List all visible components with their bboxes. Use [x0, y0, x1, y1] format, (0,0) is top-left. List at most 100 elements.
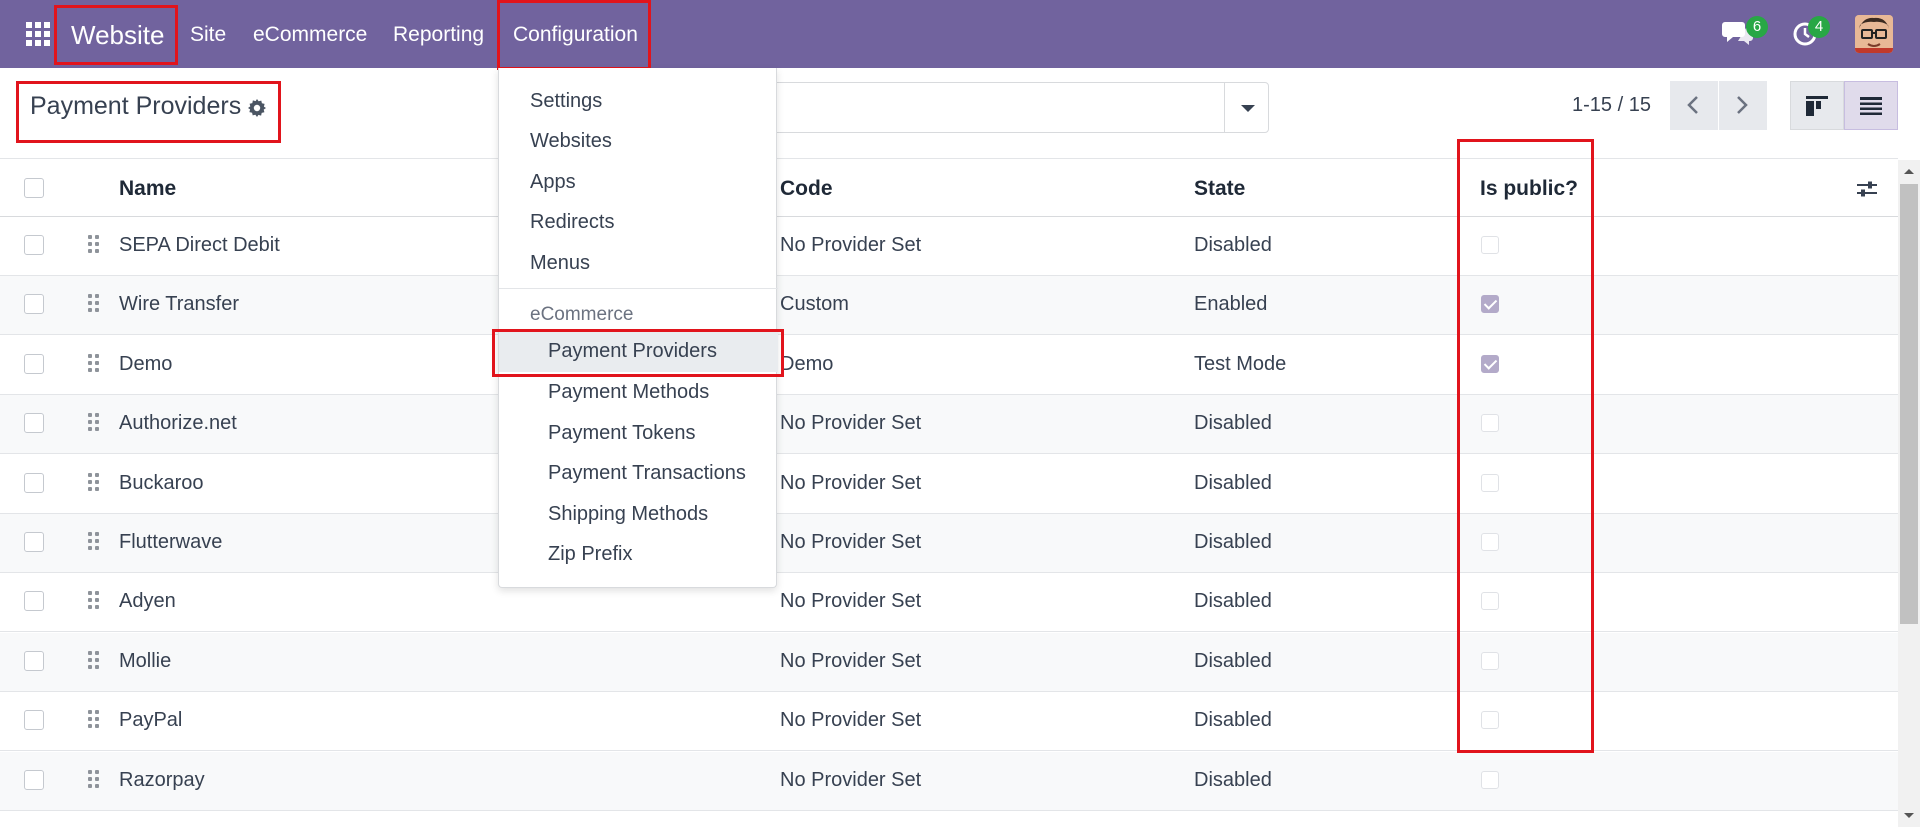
kanban-view-button[interactable] [1790, 81, 1844, 130]
drag-handle-icon[interactable] [88, 710, 100, 730]
drag-handle-icon[interactable] [88, 472, 100, 493]
table-row[interactable]: Adyen No Provider Set Disabled [0, 573, 1898, 633]
cell-code: No Provider Set [780, 590, 922, 613]
vertical-scrollbar[interactable] [1898, 160, 1920, 827]
table-header: Name Code State Is public? [0, 158, 1898, 217]
column-header-name[interactable]: Name [119, 177, 176, 201]
optional-columns-icon[interactable] [1856, 179, 1878, 205]
cell-name: Mollie [119, 649, 172, 672]
drag-handle-icon[interactable] [88, 650, 100, 671]
cell-name: Razorpay [119, 768, 205, 791]
cell-state: Disabled [1194, 531, 1272, 553]
highlight-box-is-public-column [1457, 139, 1594, 753]
table-row[interactable]: Flutterwave No Provider Set Disabled [0, 514, 1898, 573]
cell-code: No Provider Set [780, 412, 922, 435]
search-options-toggle[interactable] [1224, 83, 1268, 132]
menu-item-shipping-methods[interactable]: Shipping Methods [548, 503, 708, 526]
table-row[interactable]: Demo Demo Test Mode [0, 336, 1898, 395]
pager-previous-button[interactable] [1670, 81, 1718, 130]
cell-state: Enabled [1194, 293, 1268, 316]
menu-item-menus[interactable]: Menus [530, 252, 590, 275]
cell-state: Disabled [1194, 234, 1272, 256]
row-select-checkbox[interactable] [24, 710, 44, 731]
cell-name: Demo [119, 352, 173, 375]
nav-menu-site[interactable]: Site [190, 0, 226, 68]
cell-state: Disabled [1194, 649, 1272, 672]
cell-name: Buckaroo [119, 471, 204, 494]
cell-state: Disabled [1194, 768, 1272, 791]
configuration-dropdown-menu: Settings Websites Apps Redirects Menus e… [498, 68, 778, 588]
table-row[interactable]: Wire Transfer Custom Enabled [0, 276, 1898, 336]
drag-handle-icon[interactable] [88, 353, 100, 374]
cell-code: Custom [780, 293, 849, 316]
highlight-box-payment-providers [492, 329, 784, 377]
cell-code: Demo [780, 352, 834, 375]
menu-item-settings[interactable]: Settings [530, 90, 602, 113]
table-row[interactable]: PayPal No Provider Set Disabled [0, 692, 1898, 752]
menu-item-websites[interactable]: Websites [530, 130, 612, 153]
cell-state: Disabled [1194, 590, 1272, 613]
cell-code: No Provider Set [780, 768, 922, 791]
cell-state: Disabled [1194, 412, 1272, 435]
menu-section-header-ecommerce: eCommerce [530, 304, 634, 325]
search-input[interactable] [768, 82, 1269, 133]
highlight-box-configuration [497, 0, 651, 70]
drag-handle-icon[interactable] [88, 294, 100, 314]
row-select-checkbox[interactable] [24, 294, 44, 315]
column-header-state[interactable]: State [1194, 177, 1245, 201]
activities-count-badge: 4 [1808, 16, 1830, 38]
menu-item-payment-methods[interactable]: Payment Methods [548, 381, 709, 404]
cell-code: No Provider Set [780, 234, 922, 256]
messages-count-badge: 6 [1746, 16, 1768, 38]
cell-state: Disabled [1194, 471, 1272, 494]
drag-handle-icon[interactable] [88, 235, 100, 255]
drag-handle-icon[interactable] [88, 769, 100, 790]
cell-name: PayPal [119, 709, 183, 732]
highlight-box-website [54, 5, 178, 65]
menu-item-zip-prefix[interactable]: Zip Prefix [548, 543, 632, 566]
table-row[interactable]: Buckaroo No Provider Set Disabled [0, 455, 1898, 514]
user-avatar[interactable] [1855, 15, 1893, 53]
menu-item-apps[interactable]: Apps [530, 171, 576, 194]
table-row[interactable]: Razorpay No Provider Set Disabled [0, 751, 1898, 811]
row-select-checkbox[interactable] [24, 650, 44, 671]
pager-next-button[interactable] [1719, 81, 1767, 130]
nav-menu-ecommerce[interactable]: eCommerce [253, 0, 367, 68]
apps-menu-icon[interactable] [26, 22, 50, 46]
menu-separator [499, 288, 778, 289]
cell-name: SEPA Direct Debit [119, 234, 280, 256]
row-select-checkbox[interactable] [24, 353, 44, 374]
cell-name: Wire Transfer [119, 293, 240, 316]
scrollbar-thumb[interactable] [1900, 184, 1918, 624]
drag-handle-icon[interactable] [88, 591, 100, 611]
row-select-checkbox[interactable] [24, 591, 44, 612]
cell-code: No Provider Set [780, 649, 922, 672]
row-select-checkbox[interactable] [24, 472, 44, 493]
is-public-checkbox[interactable] [1481, 770, 1499, 789]
row-select-checkbox[interactable] [24, 235, 44, 255]
highlight-box-page-title [16, 81, 281, 143]
nav-menu-reporting[interactable]: Reporting [393, 0, 484, 68]
table-row[interactable]: SEPA Direct Debit No Provider Set Disabled [0, 217, 1898, 276]
drag-handle-icon[interactable] [88, 532, 100, 552]
list-view-button[interactable] [1844, 81, 1898, 130]
menu-item-redirects[interactable]: Redirects [530, 211, 614, 234]
row-select-checkbox[interactable] [24, 769, 44, 790]
cell-name: Adyen [119, 590, 176, 613]
menu-item-payment-transactions[interactable]: Payment Transactions [548, 462, 746, 485]
table-row[interactable]: Mollie No Provider Set Disabled [0, 632, 1898, 692]
top-navbar: Website Site eCommerce Reporting Configu… [0, 0, 1920, 68]
cell-state: Disabled [1194, 709, 1272, 732]
cell-code: No Provider Set [780, 471, 922, 494]
menu-item-payment-tokens[interactable]: Payment Tokens [548, 422, 696, 445]
table-row[interactable]: Authorize.net No Provider Set Disabled [0, 395, 1898, 455]
drag-handle-icon[interactable] [88, 413, 100, 433]
select-all-checkbox[interactable] [24, 178, 44, 198]
row-select-checkbox[interactable] [24, 413, 44, 434]
row-select-checkbox[interactable] [24, 532, 44, 552]
cell-name: Flutterwave [119, 531, 223, 553]
pager-value[interactable]: 1-15 / 15 [1572, 94, 1651, 117]
column-header-code[interactable]: Code [780, 177, 833, 201]
cell-code: No Provider Set [780, 531, 922, 553]
cell-name: Authorize.net [119, 412, 237, 435]
